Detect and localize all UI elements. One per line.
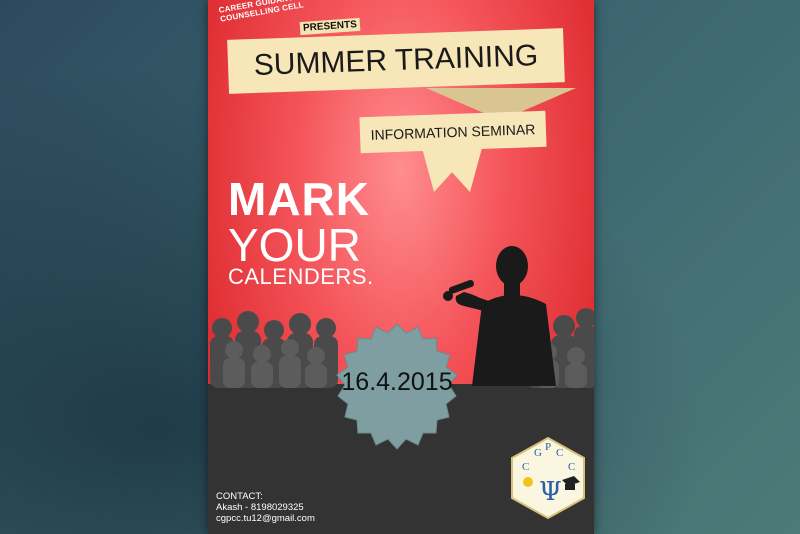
logo-letter-p: P bbox=[545, 441, 551, 453]
psi-symbol: Ψ bbox=[539, 477, 562, 507]
cgpcc-logo: C G P C C Ψ bbox=[511, 436, 585, 520]
logo-letter-g: G bbox=[534, 447, 542, 459]
logo-letter-c1: C bbox=[522, 461, 529, 473]
event-poster: CAREER GUIDANCE & PERSONAL COUNSELLING C… bbox=[208, 0, 594, 534]
ribbon-tail bbox=[422, 148, 482, 192]
contact-person: Akash - 8198029325 bbox=[216, 502, 304, 513]
logo-letter-c3: C bbox=[568, 461, 575, 473]
subtitle-ribbon: INFORMATION SEMINAR bbox=[359, 110, 547, 154]
contact-block: CONTACT: Akash - 8198029325 cgpcc.tu12@g… bbox=[216, 491, 315, 524]
sun-icon bbox=[523, 477, 533, 487]
presents-label: PRESENTS bbox=[299, 17, 361, 36]
logo-letter-c2: C bbox=[556, 447, 563, 459]
contact-email: cgpcc.tu12@gmail.com bbox=[216, 513, 315, 524]
headline-calenders: CALENDERS. bbox=[228, 264, 374, 289]
title-ribbon: SUMMER TRAINING bbox=[227, 28, 565, 94]
contact-heading: CONTACT: bbox=[216, 491, 263, 502]
ribbon-fold bbox=[426, 88, 576, 114]
event-date: 16.4.2015 bbox=[341, 368, 453, 396]
